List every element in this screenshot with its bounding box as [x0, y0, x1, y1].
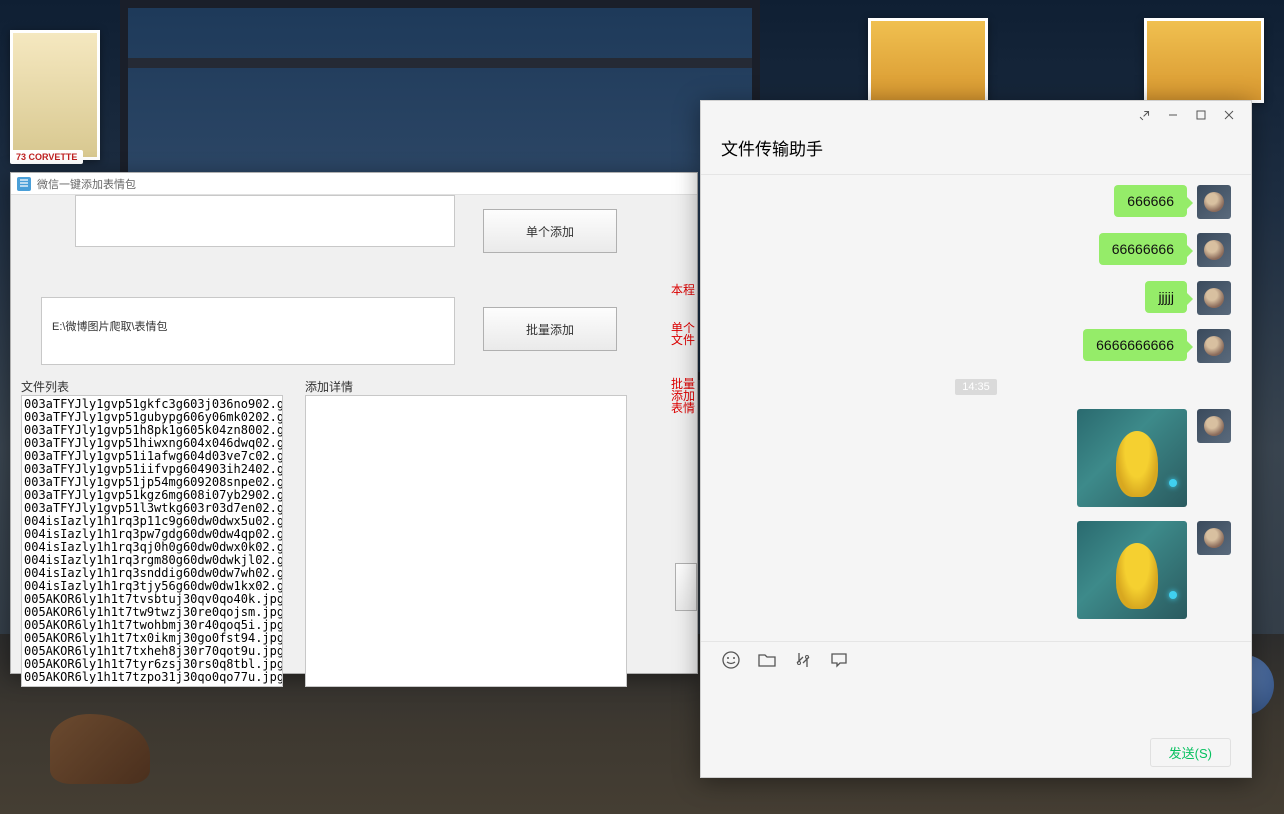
- detail-box[interactable]: [305, 395, 627, 687]
- message-row: [721, 409, 1231, 507]
- bg-poster: [1144, 18, 1264, 103]
- tool-titlebar[interactable]: 微信一键添加表情包: [11, 173, 697, 195]
- message-row: jjjjj: [721, 281, 1231, 315]
- bg-plate: 73 CORVETTE: [10, 150, 83, 164]
- side-button[interactable]: [675, 563, 697, 611]
- app-icon: [17, 177, 31, 191]
- message-image[interactable]: [1077, 521, 1187, 619]
- wechat-window: 文件传输助手 666666 66666666 jjjjj 6666666666 …: [700, 100, 1252, 778]
- chat-titlebar[interactable]: [701, 101, 1251, 129]
- pin-button[interactable]: [1131, 105, 1159, 125]
- chat-title: 文件传输助手: [701, 129, 1251, 175]
- avatar[interactable]: [1197, 329, 1231, 363]
- bg-poster: [868, 18, 988, 103]
- detail-label: 添加详情: [305, 378, 353, 395]
- message-row: [721, 521, 1231, 619]
- avatar[interactable]: [1197, 521, 1231, 555]
- bg-poster: [10, 30, 100, 160]
- hint-text: 本程: [671, 281, 695, 298]
- maximize-button[interactable]: [1187, 105, 1215, 125]
- file-item[interactable]: 005AKOR6ly1h1t7tzpo31j30qo0qo77u.jpg: [24, 671, 280, 684]
- file-list[interactable]: 003aTFYJly1gvp51gkfc3g603j036no902.gif00…: [21, 395, 283, 687]
- chat-toolbar: [701, 641, 1251, 677]
- message-bubble[interactable]: jjjjj: [1145, 281, 1187, 313]
- message-row: 666666: [721, 185, 1231, 219]
- avatar[interactable]: [1197, 281, 1231, 315]
- folder-icon[interactable]: [757, 650, 777, 670]
- message-bubble[interactable]: 6666666666: [1083, 329, 1187, 361]
- chat-input[interactable]: 发送(S): [701, 677, 1251, 777]
- file-list-label: 文件列表: [21, 378, 69, 395]
- minimize-button[interactable]: [1159, 105, 1187, 125]
- message-row: 66666666: [721, 233, 1231, 267]
- emoji-icon[interactable]: [721, 650, 741, 670]
- avatar[interactable]: [1197, 409, 1231, 443]
- hint-text: 文件: [671, 331, 695, 348]
- hint-text: 表情: [671, 399, 695, 416]
- message-image[interactable]: [1077, 409, 1187, 507]
- add-single-button[interactable]: 单个添加: [483, 209, 617, 253]
- batch-path-input[interactable]: E:\微博图片爬取\表情包: [41, 297, 455, 365]
- emoji-tool-window: 微信一键添加表情包 单个添加 E:\微博图片爬取\表情包 批量添加 本程 单个 …: [10, 172, 698, 674]
- message-area[interactable]: 666666 66666666 jjjjj 6666666666 14:35: [701, 175, 1251, 641]
- avatar[interactable]: [1197, 185, 1231, 219]
- screenshot-icon[interactable]: [793, 650, 813, 670]
- message-row: 6666666666: [721, 329, 1231, 363]
- chat-history-icon[interactable]: [829, 650, 849, 670]
- avatar[interactable]: [1197, 233, 1231, 267]
- single-path-input[interactable]: [75, 195, 455, 247]
- message-bubble[interactable]: 666666: [1114, 185, 1187, 217]
- add-batch-button[interactable]: 批量添加: [483, 307, 617, 351]
- send-button[interactable]: 发送(S): [1150, 738, 1231, 767]
- tool-title: 微信一键添加表情包: [37, 176, 136, 192]
- message-bubble[interactable]: 66666666: [1099, 233, 1187, 265]
- timestamp: 14:35: [721, 377, 1231, 395]
- close-button[interactable]: [1215, 105, 1243, 125]
